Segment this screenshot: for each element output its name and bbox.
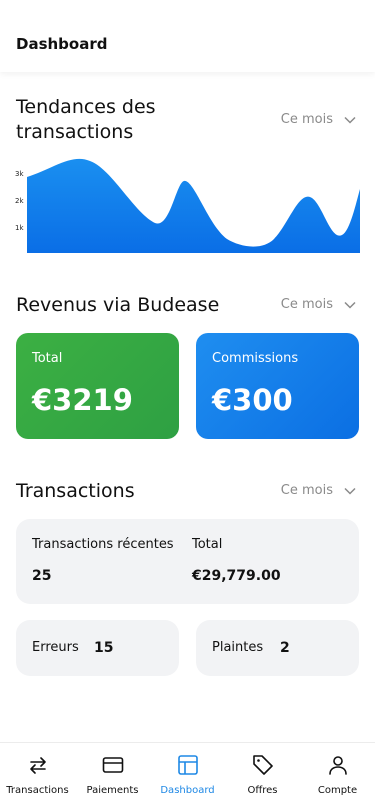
recent-transactions-panel[interactable]: Transactions récentes Total 25 €29,779.0… bbox=[16, 519, 359, 604]
transactions-period-label: Ce mois bbox=[280, 483, 333, 498]
layout-icon bbox=[177, 755, 198, 775]
y-tick-2k: 2k bbox=[15, 197, 24, 205]
trends-title-line2: transactions bbox=[16, 121, 134, 143]
nav-label-transactions: Transactions bbox=[6, 785, 69, 796]
app-header: Dashboard bbox=[0, 0, 375, 72]
nav-item-transactions[interactable]: Transactions bbox=[0, 743, 75, 812]
nav-item-paiements[interactable]: Paiements bbox=[75, 743, 150, 812]
arrows-swap-icon bbox=[29, 757, 46, 774]
revenue-title: Revenus via Budease bbox=[16, 294, 220, 316]
nav-item-dashboard[interactable]: Dashboard bbox=[150, 743, 225, 812]
trends-title: Tendances des transactions bbox=[16, 95, 156, 145]
y-tick-3k: 3k bbox=[15, 170, 24, 178]
credit-card-icon bbox=[102, 757, 123, 773]
total-revenue-value: €3219 bbox=[32, 383, 133, 417]
complaints-panel[interactable]: Plaintes 2 bbox=[196, 620, 359, 676]
trends-title-line1: Tendances des bbox=[16, 96, 156, 118]
nav-label-compte: Compte bbox=[317, 785, 358, 796]
recent-transactions-count: 25 bbox=[32, 568, 52, 584]
nav-item-offres[interactable]: Offres bbox=[225, 743, 300, 812]
transactions-total-label: Total bbox=[192, 537, 223, 552]
revenue-period-dropdown[interactable]: Ce mois bbox=[281, 297, 357, 312]
errors-panel[interactable]: Erreurs 15 bbox=[16, 620, 179, 676]
trends-area bbox=[27, 158, 360, 253]
commissions-value: €300 bbox=[212, 383, 293, 417]
tag-icon bbox=[252, 755, 273, 775]
total-revenue-label: Total bbox=[32, 351, 63, 366]
transactions-period-dropdown[interactable]: Ce mois bbox=[281, 483, 357, 498]
chevron-down-icon bbox=[344, 116, 356, 124]
trends-period-label: Ce mois bbox=[280, 112, 333, 127]
chevron-down-icon bbox=[344, 301, 356, 309]
trends-period-dropdown[interactable]: Ce mois bbox=[281, 112, 357, 127]
complaints-value: 2 bbox=[280, 640, 290, 656]
page-title: Dashboard bbox=[16, 35, 108, 53]
errors-value: 15 bbox=[94, 640, 114, 656]
commissions-label: Commissions bbox=[212, 351, 299, 366]
nav-label-paiements: Paiements bbox=[86, 785, 139, 796]
commissions-card[interactable]: Commissions €300 bbox=[196, 333, 359, 439]
complaints-label: Plaintes bbox=[212, 640, 264, 655]
trends-area-chart: 3k 2k 1k bbox=[15, 158, 360, 253]
chevron-down-icon bbox=[344, 487, 356, 495]
recent-transactions-label: Transactions récentes bbox=[32, 537, 174, 552]
total-revenue-card[interactable]: Total €3219 bbox=[16, 333, 179, 439]
y-tick-1k: 1k bbox=[15, 224, 24, 232]
user-icon bbox=[328, 756, 347, 775]
transactions-title: Transactions bbox=[16, 480, 135, 502]
nav-label-offres: Offres bbox=[247, 785, 278, 796]
transactions-total-amount: €29,779.00 bbox=[192, 568, 281, 584]
revenue-period-label: Ce mois bbox=[280, 297, 333, 312]
bottom-nav: Transactions Paiements Dashboard Offres … bbox=[0, 742, 375, 812]
nav-label-dashboard: Dashboard bbox=[160, 785, 215, 796]
errors-label: Erreurs bbox=[32, 640, 79, 655]
nav-item-compte[interactable]: Compte bbox=[300, 743, 375, 812]
